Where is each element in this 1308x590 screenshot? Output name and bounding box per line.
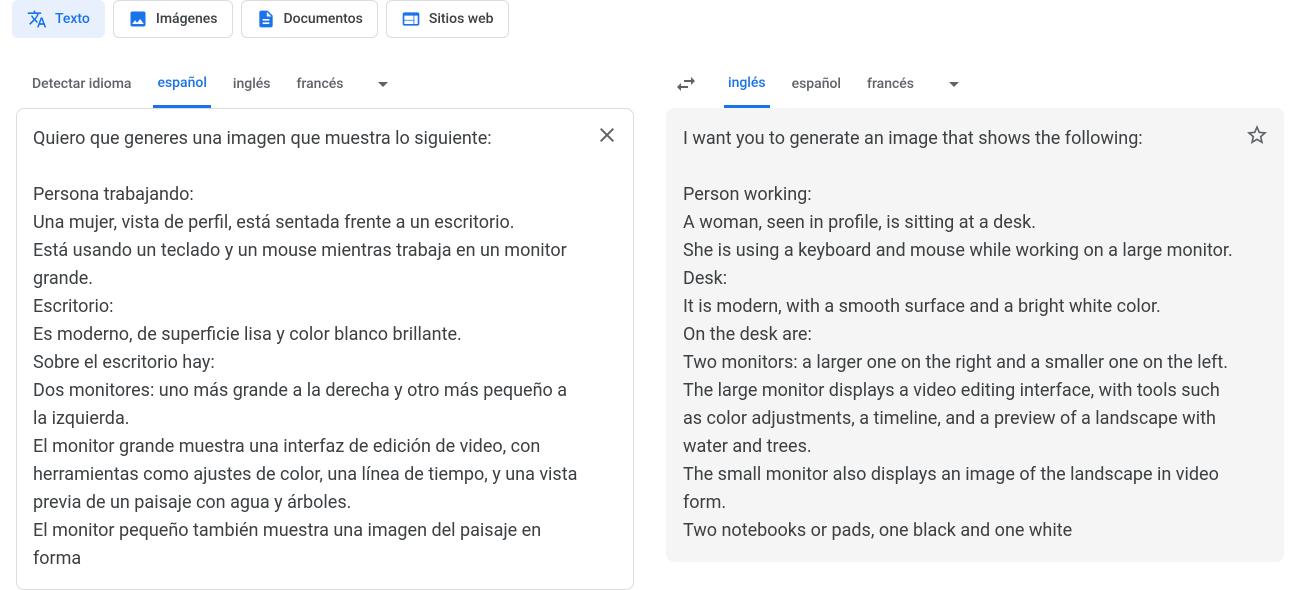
web-icon	[401, 9, 421, 29]
tab-images[interactable]: Imágenes	[113, 0, 233, 38]
swap-languages-button[interactable]	[666, 64, 706, 104]
chevron-down-icon	[942, 72, 966, 96]
document-icon	[256, 9, 276, 29]
target-pane: inglés español francés I want you to gen…	[650, 60, 1300, 590]
tab-text-label: Texto	[55, 11, 90, 27]
target-lang-more-button[interactable]	[942, 72, 966, 96]
tab-documents[interactable]: Documentos	[241, 0, 378, 38]
tab-text[interactable]: Texto	[12, 0, 105, 38]
detect-language-button[interactable]: Detectar idioma	[28, 60, 135, 108]
target-text-box: I want you to generate an image that sho…	[666, 108, 1284, 562]
source-lang-row: Detectar idioma español inglés francés	[16, 60, 634, 108]
translation-main: Detectar idioma español inglés francés Q…	[0, 60, 1308, 590]
source-lang-english[interactable]: inglés	[229, 60, 275, 108]
translate-icon	[27, 9, 47, 29]
source-lang-spanish[interactable]: español	[153, 60, 210, 108]
close-icon	[595, 123, 619, 147]
swap-icon	[674, 72, 698, 96]
tab-documents-label: Documentos	[284, 11, 363, 27]
source-lang-more-button[interactable]	[371, 72, 395, 96]
input-type-tabs: Texto Imágenes Documentos Sitios web	[0, 0, 1308, 38]
source-text-box[interactable]: Quiero que generes una imagen que muestr…	[16, 108, 634, 590]
target-lang-row: inglés español francés	[724, 60, 966, 108]
target-text-content: I want you to generate an image that sho…	[683, 125, 1235, 545]
save-translation-button[interactable]	[1245, 123, 1269, 147]
source-pane: Detectar idioma español inglés francés Q…	[0, 60, 650, 590]
image-icon	[128, 9, 148, 29]
target-lang-french[interactable]: francés	[863, 60, 918, 108]
target-lang-spanish[interactable]: español	[788, 60, 845, 108]
tab-websites-label: Sitios web	[429, 11, 494, 27]
source-lang-french[interactable]: francés	[292, 60, 347, 108]
tab-websites[interactable]: Sitios web	[386, 0, 509, 38]
tab-images-label: Imágenes	[156, 11, 218, 27]
chevron-down-icon	[371, 72, 395, 96]
star-outline-icon	[1245, 123, 1269, 147]
target-lang-english[interactable]: inglés	[724, 60, 770, 108]
source-text-content[interactable]: Quiero que generes una imagen que muestr…	[33, 125, 585, 573]
clear-source-button[interactable]	[595, 123, 619, 147]
target-header: inglés español francés	[666, 60, 1284, 108]
